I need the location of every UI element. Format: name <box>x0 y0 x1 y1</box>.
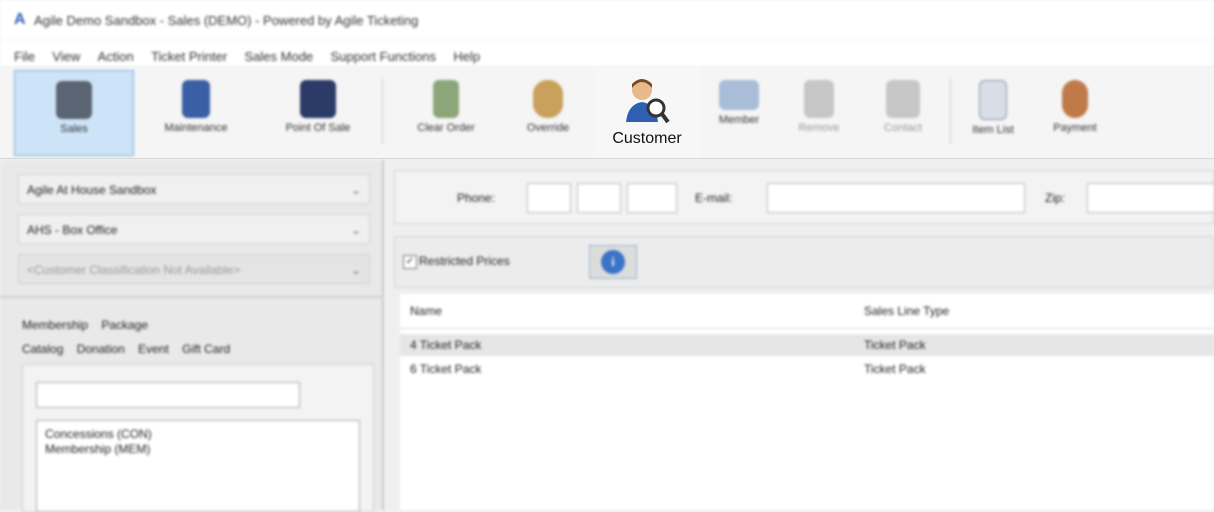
payment-button[interactable]: Payment <box>1030 70 1120 154</box>
left-pane: Agile At House Sandbox ⌄ AHS - Box Offic… <box>0 160 384 512</box>
row-name: 6 Ticket Pack <box>410 362 482 376</box>
chevron-down-icon: ⌄ <box>350 263 361 277</box>
divider <box>0 296 382 298</box>
clear-order-button[interactable]: Clear Order <box>390 70 502 154</box>
remove-button-label: Remove <box>798 122 840 134</box>
member-button[interactable]: Member <box>702 70 776 154</box>
member-button-label: Member <box>718 114 760 126</box>
info-icon: i <box>601 250 625 274</box>
tab-donation[interactable]: Donation <box>77 342 125 356</box>
terminal-icon <box>300 80 336 118</box>
maintenance-button-label: Maintenance <box>164 122 228 134</box>
column-header-name[interactable]: Name <box>410 304 442 318</box>
payment-person-icon <box>1062 80 1088 118</box>
table-row[interactable]: 4 Ticket Pack Ticket Pack <box>400 334 1214 356</box>
override-button-label: Override <box>526 122 570 134</box>
customer-button[interactable]: Customer <box>594 66 700 158</box>
phone-label: Phone: <box>457 191 496 205</box>
options-bar: ✓ Restricted Prices i <box>394 236 1214 288</box>
chevron-down-icon: ⌄ <box>350 223 361 237</box>
payment-button-label: Payment <box>1053 122 1097 134</box>
sales-items-grid: Name Sales Line Type 4 Ticket Pack Ticke… <box>400 294 1214 510</box>
location-value: AHS - Box Office <box>27 223 118 237</box>
sales-button-label: Sales <box>60 123 88 135</box>
organization-value: Agile At House Sandbox <box>27 183 157 197</box>
row-name: 4 Ticket Pack <box>410 338 482 352</box>
phone-prefix-field[interactable] <box>577 183 621 213</box>
tab-gift-card[interactable]: Gift Card <box>182 342 230 356</box>
key-icon <box>533 80 563 118</box>
row-type: Ticket Pack <box>864 362 926 376</box>
trash-icon <box>433 80 459 118</box>
catalog-search-input[interactable] <box>36 382 300 408</box>
row-type: Ticket Pack <box>864 338 926 352</box>
classification-select[interactable]: <Customer Classification Not Available> … <box>18 254 370 284</box>
toolbar-separator <box>382 78 383 144</box>
member-card-icon <box>719 80 759 110</box>
column-header-sales-line-type[interactable]: Sales Line Type <box>864 304 949 318</box>
point-of-sale-button-label: Point Of Sale <box>285 122 351 134</box>
phone-line-field[interactable] <box>627 183 677 213</box>
product-tabs-row-1: Membership Package <box>22 318 158 332</box>
clear-order-button-label: Clear Order <box>417 122 475 134</box>
point-of-sale-button[interactable]: Point Of Sale <box>260 70 376 154</box>
contact-button-label: Contact <box>884 122 922 134</box>
info-button[interactable]: i <box>589 245 637 279</box>
location-select[interactable]: AHS - Box Office ⌄ <box>18 214 370 244</box>
contact-button[interactable]: Contact <box>862 70 944 154</box>
zip-label: Zip: <box>1045 191 1066 205</box>
grid-header: Name Sales Line Type <box>400 294 1214 329</box>
tab-event[interactable]: Event <box>138 342 169 356</box>
cash-register-icon <box>56 81 92 119</box>
remove-person-icon <box>804 80 834 118</box>
list-icon <box>979 80 1007 120</box>
table-row[interactable]: 6 Ticket Pack Ticket Pack <box>400 358 1214 380</box>
email-field[interactable] <box>767 183 1025 213</box>
customer-button-label: Customer <box>612 130 682 147</box>
tab-membership[interactable]: Membership <box>22 318 88 332</box>
item-list-button-label: Item List <box>972 124 1014 136</box>
customer-filter-bar: Phone: E-mail: Zip: <box>394 170 1214 224</box>
product-tabs-row-2: Catalog Donation Event Gift Card <box>22 342 240 356</box>
list-item[interactable]: Concessions (CON) <box>45 427 351 442</box>
maintenance-button[interactable]: Maintenance <box>134 70 258 154</box>
phone-area-code-field[interactable] <box>527 183 571 213</box>
customer-search-icon <box>626 79 670 124</box>
organization-select[interactable]: Agile At House Sandbox ⌄ <box>18 174 370 204</box>
restricted-prices-label: Restricted Prices <box>419 254 510 268</box>
chevron-down-icon: ⌄ <box>350 183 361 197</box>
list-item[interactable]: Membership (MEM) <box>45 442 351 457</box>
email-label: E-mail: <box>695 191 733 205</box>
title-bar: A Agile Demo Sandbox - Sales (DEMO) - Po… <box>0 0 1214 40</box>
contact-icon <box>886 80 920 118</box>
menu-bar: File View Action Ticket Printer Sales Mo… <box>0 40 1214 66</box>
item-list-button[interactable]: Item List <box>958 70 1028 154</box>
catalog-list: Concessions (CON) Membership (MEM) <box>36 420 360 512</box>
remove-button[interactable]: Remove <box>778 70 860 154</box>
override-button[interactable]: Override <box>504 70 592 154</box>
app-logo-icon: A <box>14 11 26 28</box>
classification-value: <Customer Classification Not Available> <box>27 263 241 277</box>
right-pane: Phone: E-mail: Zip: ✓ Restricted Prices … <box>386 160 1214 510</box>
toolbar-separator <box>950 78 951 144</box>
sales-button[interactable]: Sales <box>14 70 134 156</box>
window-title: Agile Demo Sandbox - Sales (DEMO) - Powe… <box>34 13 419 28</box>
restricted-prices-checkbox[interactable]: ✓ <box>403 255 417 269</box>
tab-catalog[interactable]: Catalog <box>22 342 63 356</box>
tab-package[interactable]: Package <box>101 318 148 332</box>
zip-field[interactable] <box>1087 183 1214 213</box>
server-icon <box>182 80 210 118</box>
